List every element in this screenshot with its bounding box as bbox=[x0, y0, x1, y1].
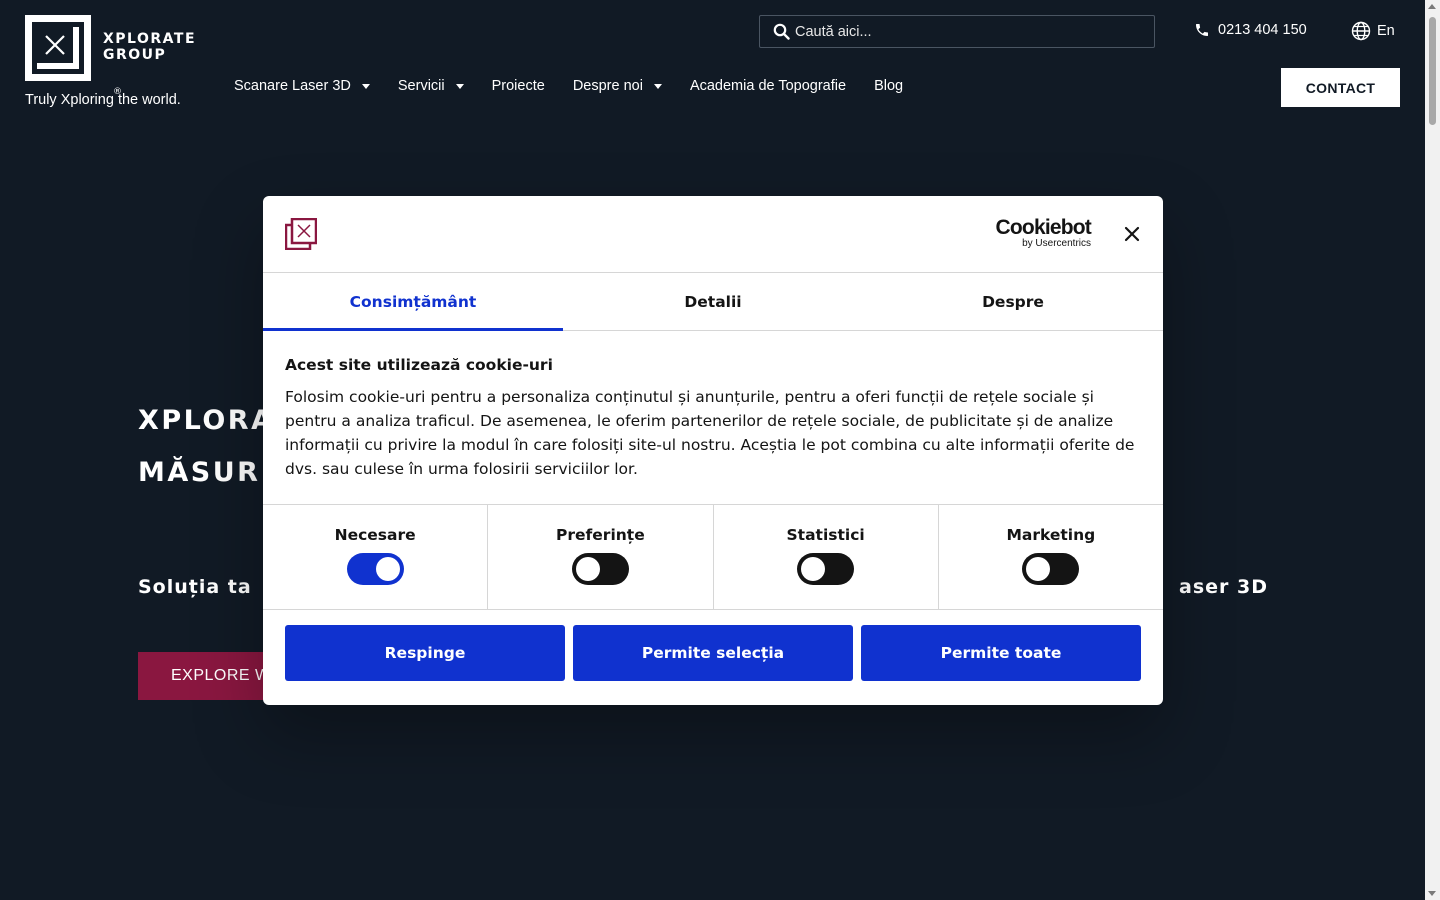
dialog-body: Acest site utilizează cookie-uri Folosim… bbox=[263, 331, 1163, 505]
caret-down-icon bbox=[361, 83, 370, 89]
tab-detalii[interactable]: Detalii bbox=[563, 273, 863, 330]
nav-item-proiecte[interactable]: Proiecte bbox=[492, 78, 545, 94]
nav-item-academia[interactable]: Academia de Topografie bbox=[690, 78, 846, 94]
search-icon bbox=[773, 23, 790, 40]
close-icon[interactable] bbox=[1123, 225, 1141, 243]
site-logo[interactable]: XPLORATE GROUP ® bbox=[25, 15, 196, 97]
scroll-down-arrow-icon[interactable] bbox=[1428, 891, 1436, 896]
necesare-switch[interactable] bbox=[346, 553, 404, 585]
dialog-actions: Respinge Permite selecția Permite toate bbox=[263, 610, 1163, 681]
nav-label: Academia de Topografie bbox=[689, 78, 847, 94]
logo-wordmark: XPLORATE GROUP bbox=[103, 31, 196, 63]
scroll-thumb[interactable] bbox=[1429, 17, 1436, 125]
site-logo-icon bbox=[285, 218, 317, 250]
allow-all-button[interactable]: Permite toate bbox=[861, 625, 1141, 681]
consent-toggles: Necesare Preferințe Statistici Marketing bbox=[263, 505, 1163, 610]
logo-line-1: XPLORATE bbox=[103, 31, 197, 47]
nav-label: Servicii bbox=[397, 78, 445, 94]
language-label: En bbox=[1377, 23, 1395, 39]
reject-button[interactable]: Respinge bbox=[285, 625, 565, 681]
preferinte-switch[interactable] bbox=[571, 553, 629, 585]
nav-item-servicii[interactable]: Servicii bbox=[398, 78, 464, 94]
caret-down-icon bbox=[653, 83, 662, 89]
tagline: Truly Xploring the world. bbox=[25, 92, 181, 108]
toggle-label: Preferințe bbox=[556, 526, 645, 544]
allow-selection-button[interactable]: Permite selecția bbox=[573, 625, 853, 681]
dialog-heading: Acest site utilizează cookie-uri bbox=[285, 356, 553, 374]
dialog-tabs: Consimțământ Detalii Despre bbox=[263, 273, 1163, 331]
nav-label: Blog bbox=[874, 78, 904, 94]
cookiebot-logo[interactable]: Cookiebot by Usercentrics bbox=[987, 216, 1092, 249]
search-input[interactable] bbox=[795, 23, 1125, 40]
toggle-label: Statistici bbox=[786, 526, 865, 544]
nav-label: Proiecte bbox=[491, 78, 545, 94]
contact-button[interactable]: CONTACT bbox=[1281, 68, 1400, 107]
nav-label: Scanare Laser 3D bbox=[234, 78, 351, 94]
nav-item-despre-noi[interactable]: Despre noi bbox=[573, 78, 662, 94]
main-nav: Scanare Laser 3D Servicii Proiecte Despr… bbox=[234, 78, 931, 94]
toggle-label: Necesare bbox=[334, 526, 416, 544]
phone-link[interactable]: 0213 404 150 bbox=[1194, 22, 1307, 38]
scroll-up-arrow-icon[interactable] bbox=[1428, 4, 1436, 9]
dialog-header: Cookiebot by Usercentrics bbox=[263, 196, 1163, 273]
cookiebot-by: by Usercentrics bbox=[1022, 238, 1091, 249]
nav-item-blog[interactable]: Blog bbox=[874, 78, 903, 94]
nav-label: Despre noi bbox=[572, 78, 643, 94]
tab-consimtamant[interactable]: Consimțământ bbox=[263, 273, 563, 331]
marketing-switch[interactable] bbox=[1022, 553, 1080, 585]
globe-icon bbox=[1351, 21, 1371, 41]
toggle-preferinte: Preferințe bbox=[488, 505, 714, 609]
page-scrollbar[interactable] bbox=[1425, 0, 1440, 900]
hero-subtitle-right: aser 3D bbox=[1179, 576, 1268, 598]
phone-icon bbox=[1196, 24, 1208, 36]
tab-despre[interactable]: Despre bbox=[863, 273, 1163, 330]
hero-subtitle-left: Soluția ta bbox=[138, 576, 252, 598]
toggle-statistici: Statistici bbox=[714, 505, 939, 609]
toggle-label: Marketing bbox=[1006, 526, 1096, 544]
language-switcher[interactable]: En bbox=[1351, 21, 1395, 41]
cookiebot-brand: Cookiebot bbox=[995, 216, 1092, 239]
statistici-switch[interactable] bbox=[797, 553, 855, 585]
toggle-marketing: Marketing bbox=[939, 505, 1163, 609]
nav-item-scanare-laser[interactable]: Scanare Laser 3D bbox=[234, 78, 370, 94]
caret-down-icon bbox=[455, 83, 464, 89]
toggle-necesare: Necesare bbox=[263, 505, 489, 609]
search-box[interactable] bbox=[759, 15, 1155, 48]
cookie-consent-dialog: Cookiebot by Usercentrics Consimțământ D… bbox=[263, 196, 1163, 705]
dialog-description: Folosim cookie-uri pentru a personaliza … bbox=[285, 388, 1135, 478]
logo-x-icon bbox=[25, 15, 91, 81]
phone-number: 0213 404 150 bbox=[1218, 22, 1307, 38]
logo-line-2: GROUP bbox=[103, 47, 167, 63]
